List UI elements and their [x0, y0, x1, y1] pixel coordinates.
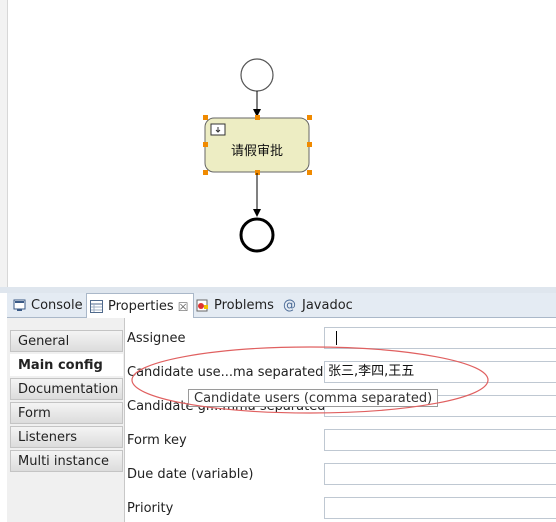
tooltip: Candidate users (comma separated)	[188, 389, 439, 407]
tab-properties[interactable]: Properties ☒	[86, 293, 195, 319]
due-date-input[interactable]	[324, 463, 556, 485]
due-date-label: Due date (variable)	[127, 467, 254, 482]
user-task-label: 请假审批	[230, 144, 283, 159]
start-event[interactable]	[240, 58, 274, 92]
tab-label: Javadoc	[302, 297, 353, 313]
assignee-label: Assignee	[127, 331, 186, 346]
tab-label: Console	[31, 297, 83, 313]
candidate-users-label: Candidate use...ma separated)	[127, 365, 329, 380]
properties-icon	[90, 300, 103, 313]
priority-input[interactable]	[324, 497, 556, 519]
category-listeners[interactable]: Listeners	[10, 426, 123, 448]
tab-label: Problems	[214, 297, 274, 313]
console-icon	[13, 299, 26, 312]
diagram-canvas[interactable]: 请假审批	[0, 0, 556, 287]
category-list: General Main config Documentation Form L…	[7, 318, 125, 522]
candidate-users-input[interactable]: 张三,李四,王五	[324, 361, 556, 383]
form-key-label: Form key	[127, 433, 187, 448]
view-tab-bar: Console Properties ☒ Problems @ Javadoc	[7, 293, 556, 319]
category-multi-instance[interactable]: Multi instance	[10, 450, 123, 472]
form-key-input[interactable]	[324, 429, 556, 451]
tab-label: Properties	[108, 299, 174, 314]
problems-icon	[196, 299, 209, 312]
assignee-input[interactable]	[324, 327, 556, 349]
tab-console[interactable]: Console	[13, 293, 83, 317]
tab-problems[interactable]: Problems	[196, 293, 274, 317]
at-icon: @	[283, 297, 296, 313]
priority-label: Priority	[127, 501, 174, 516]
category-documentation[interactable]: Documentation	[10, 378, 123, 400]
user-task-icon	[210, 123, 226, 136]
tab-javadoc[interactable]: @ Javadoc	[283, 293, 353, 317]
text-caret	[336, 331, 337, 345]
category-general[interactable]: General	[10, 330, 123, 352]
end-event[interactable]	[239, 217, 275, 253]
category-main-config[interactable]: Main config	[10, 354, 123, 376]
close-icon[interactable]: ☒	[178, 300, 189, 314]
category-form[interactable]: Form	[10, 402, 123, 424]
